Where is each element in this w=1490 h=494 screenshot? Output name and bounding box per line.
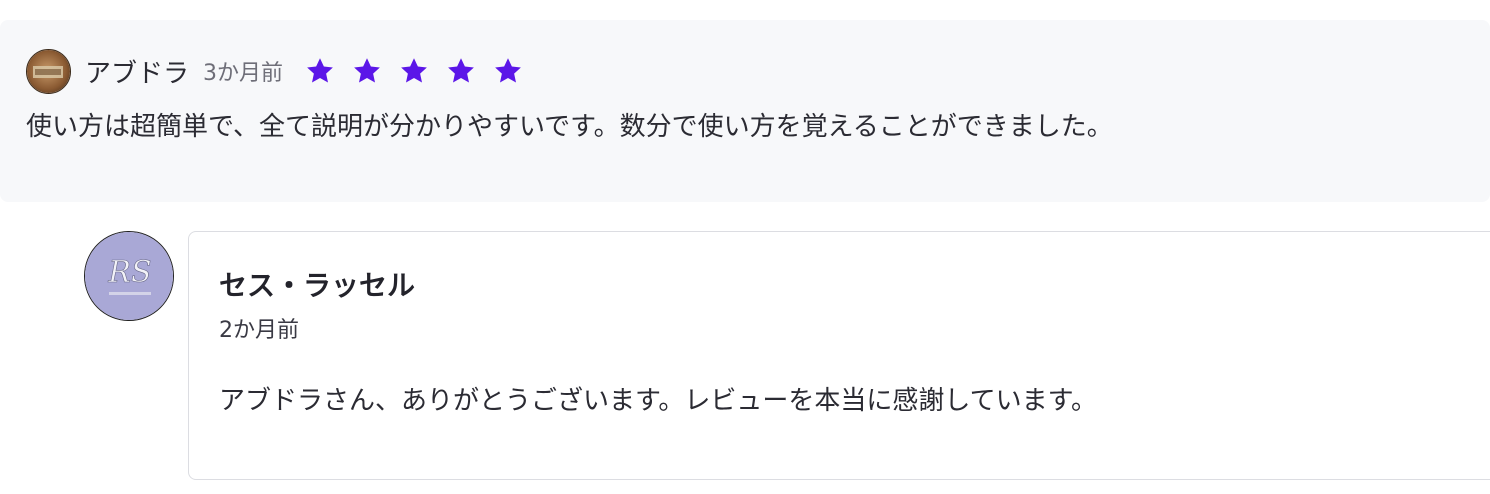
review-card: アブドラ 3か月前 使い方は超簡単で、全て説明が分かりやすいです。数分で使い方を… [0, 20, 1490, 202]
reply-avatar-monogram: RS [107, 255, 151, 290]
reviewer-avatar [26, 48, 71, 94]
review-timestamp: 3か月前 [203, 61, 284, 86]
reply-avatar-logo: RS [85, 232, 173, 320]
star-icon [354, 58, 380, 83]
star-icon [448, 58, 474, 83]
reply-timestamp: 2か月前 [219, 318, 299, 343]
reply-author-name: セス・ラッセル [219, 269, 416, 302]
star-icon [495, 58, 521, 83]
reply-card: セス・ラッセル 2か月前 アブドラさん、ありがとうございます。レビューを本当に感… [188, 231, 1490, 480]
reviewer-name: アブドラ [85, 58, 190, 89]
review-text: 使い方は超簡単で、全て説明が分かりやすいです。数分で使い方を覚えることができまし… [26, 112, 1113, 142]
star-icon [401, 58, 427, 83]
reply-author-avatar: RS [84, 231, 174, 321]
star-rating [305, 56, 523, 86]
reviewer-avatar-image [27, 49, 70, 93]
star-icon [307, 58, 333, 83]
review-header: アブドラ 3か月前 [26, 48, 523, 94]
reply-text: アブドラさん、ありがとうございます。レビューを本当に感謝しています。 [219, 386, 1098, 416]
